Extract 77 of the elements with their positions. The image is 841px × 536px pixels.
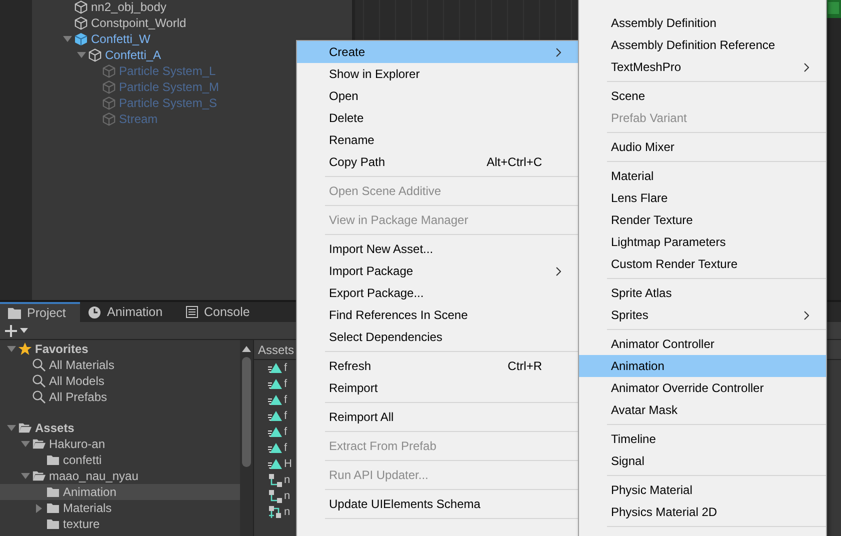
- menu-item[interactable]: Audio Mixer: [579, 136, 826, 158]
- asset-name[interactable]: n: [284, 474, 290, 486]
- tree-item[interactable]: Animation: [0, 484, 240, 500]
- menu-item[interactable]: Reimport All: [297, 406, 578, 428]
- shortcut-label: Ctrl+R: [508, 358, 543, 375]
- menu-item[interactable]: Import Package: [297, 260, 578, 282]
- asset-name[interactable]: f: [284, 426, 288, 438]
- menu-item[interactable]: Update UIElements Schema: [297, 493, 578, 515]
- menu-item[interactable]: Delete: [297, 107, 578, 129]
- menu-item[interactable]: Sprite Atlas: [579, 282, 826, 304]
- tree-item[interactable]: All Prefabs: [0, 389, 240, 405]
- menu-item[interactable]: Assembly Definition: [579, 12, 826, 34]
- tree-item[interactable]: Materials: [0, 500, 240, 516]
- menu-item[interactable]: Timeline: [579, 428, 826, 450]
- menu-item[interactable]: Avatar Mask: [579, 399, 826, 421]
- menu-item[interactable]: Create: [297, 41, 578, 63]
- panel-tab[interactable]: Animation: [80, 302, 178, 322]
- asset-name[interactable]: f: [284, 410, 288, 422]
- tree-item[interactable]: Favorites: [0, 341, 240, 357]
- menu-item[interactable]: Render Texture: [579, 209, 826, 231]
- item-label: All Materials: [49, 357, 114, 373]
- tree-item[interactable]: confetti: [0, 452, 240, 468]
- tree-item[interactable]: maao_nau_nyau: [0, 468, 240, 484]
- panel-tab[interactable]: Project: [0, 302, 80, 322]
- tree-item[interactable]: texture: [0, 516, 240, 532]
- tree-item[interactable]: Assets: [0, 420, 240, 436]
- asset-name[interactable]: H: [284, 458, 292, 470]
- menu-item[interactable]: Reimport: [297, 377, 578, 399]
- item-label: Assets: [35, 420, 74, 436]
- item-label: maao_nau_nyau: [49, 468, 138, 484]
- menu-item[interactable]: Sprites: [579, 304, 826, 326]
- shortcut-label: Alt+Ctrl+C: [486, 154, 543, 171]
- menu-item[interactable]: Find References In Scene: [297, 304, 578, 326]
- item-label: Animation: [63, 484, 116, 500]
- menu-item[interactable]: Material: [579, 165, 826, 187]
- menu-item[interactable]: Lens Flare: [579, 187, 826, 209]
- asset-name[interactable]: n: [284, 490, 290, 502]
- menu-item[interactable]: TextMeshPro: [579, 56, 826, 78]
- object-name[interactable]: Constpoint_World: [91, 15, 186, 31]
- menu-item[interactable]: Copy Path Alt+Ctrl+C: [297, 151, 578, 173]
- menu-item[interactable]: Scene: [579, 85, 826, 107]
- asset-name[interactable]: f: [284, 362, 288, 374]
- menu-item[interactable]: Refresh Ctrl+R: [297, 355, 578, 377]
- panel-tab[interactable]: Console: [178, 302, 268, 322]
- menu-item[interactable]: Import New Asset...: [297, 238, 578, 260]
- item-label: Materials: [63, 500, 112, 516]
- item-label: Favorites: [35, 341, 88, 357]
- menu-item[interactable]: Export Package...: [297, 282, 578, 304]
- object-name[interactable]: Confetti_A: [105, 47, 162, 63]
- menu-item[interactable]: Open: [297, 85, 578, 107]
- menu-item[interactable]: Signal: [579, 450, 826, 472]
- asset-name[interactable]: n: [284, 506, 290, 518]
- menu-item[interactable]: Animation: [579, 355, 826, 377]
- menu-item[interactable]: Physics Material 2D: [579, 501, 826, 523]
- item-label: texture: [63, 516, 100, 532]
- asset-name[interactable]: f: [284, 442, 288, 454]
- asset-name[interactable]: f: [284, 378, 288, 390]
- menu-item[interactable]: Rename: [297, 129, 578, 151]
- menu-item[interactable]: Show in Explorer: [297, 63, 578, 85]
- asset-name[interactable]: f: [284, 394, 288, 406]
- item-label: Hakuro-an: [49, 436, 106, 452]
- item-label: All Prefabs: [49, 389, 108, 405]
- menu-item[interactable]: Assembly Definition Reference: [579, 34, 826, 56]
- object-name[interactable]: Confetti_W: [91, 31, 150, 47]
- menu-item[interactable]: Select Dependencies: [297, 326, 578, 348]
- item-label: confetti: [63, 452, 102, 468]
- tree-item[interactable]: Hakuro-an: [0, 436, 240, 452]
- tree-item[interactable]: All Models: [0, 373, 240, 389]
- item-label: All Models: [49, 373, 104, 389]
- menu-item[interactable]: Physic Material: [579, 479, 826, 501]
- tree-item[interactable]: All Materials: [0, 357, 240, 373]
- breadcrumb[interactable]: Assets: [258, 340, 294, 358]
- menu-item[interactable]: Custom Render Texture: [579, 253, 826, 275]
- menu-item[interactable]: Animator Controller: [579, 333, 826, 355]
- menu-item[interactable]: Animator Override Controller: [579, 377, 826, 399]
- object-name[interactable]: nn2_obj_body: [91, 0, 166, 15]
- menu-item[interactable]: Lightmap Parameters: [579, 231, 826, 253]
